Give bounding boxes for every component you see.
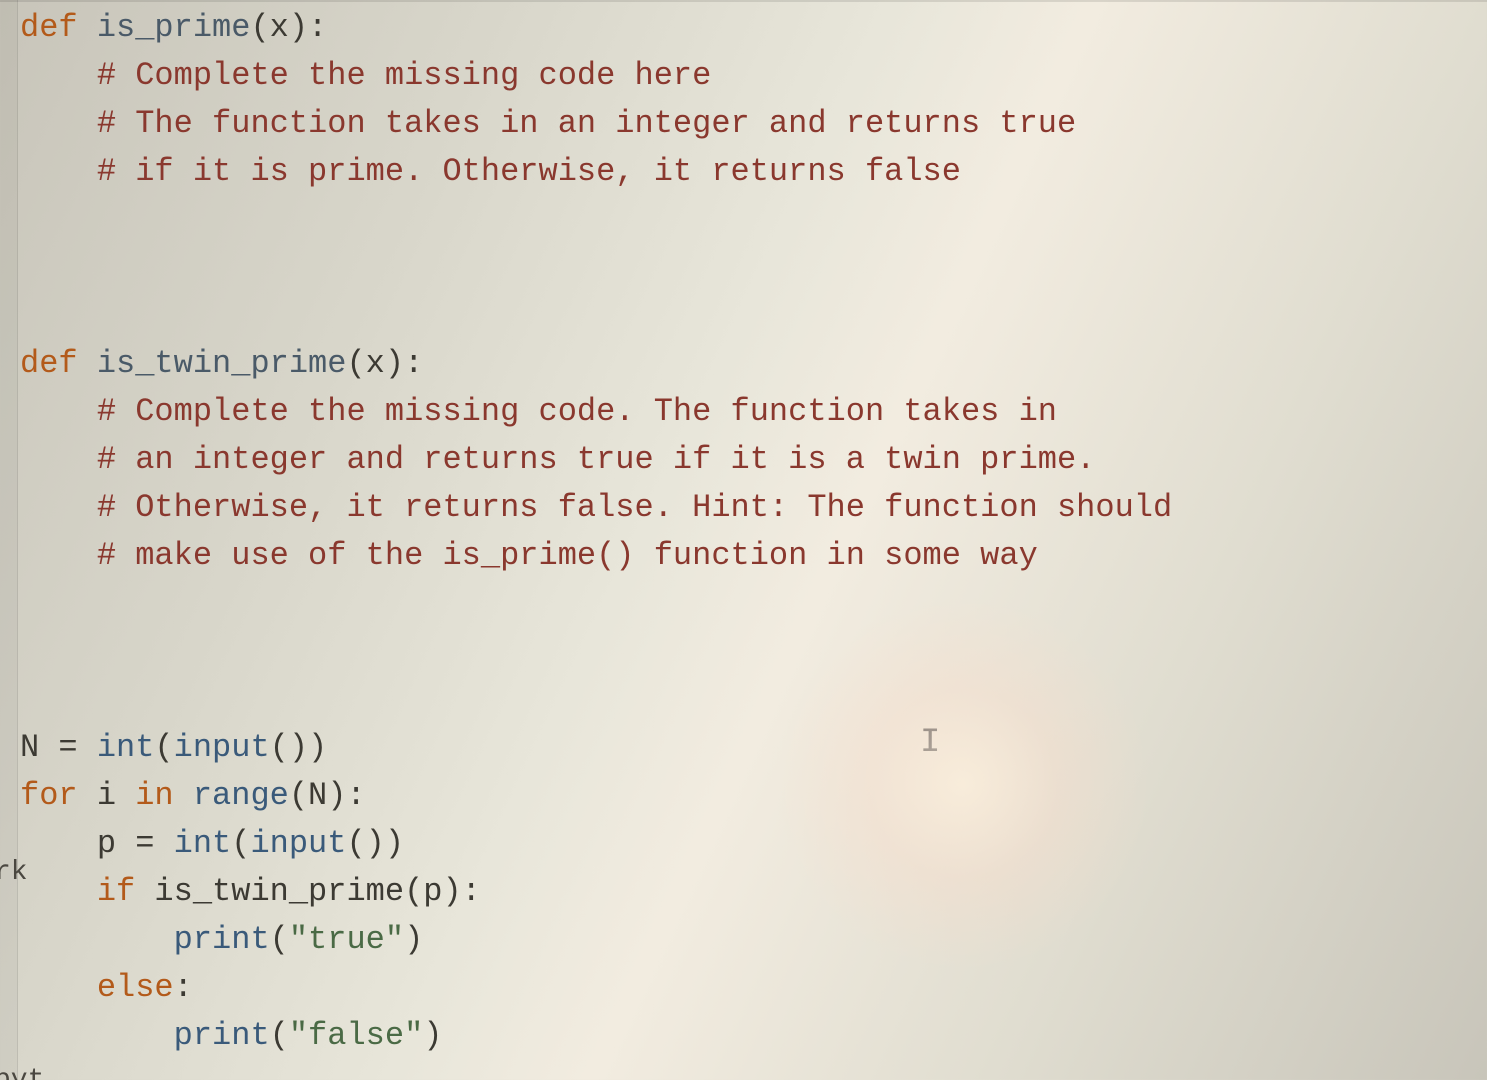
- code-token: # an integer and returns true if it is a…: [97, 441, 1096, 478]
- code-token: ()): [270, 729, 328, 766]
- code-token: # make use of the is_prime() function in…: [97, 537, 1038, 574]
- code-token: [20, 441, 97, 478]
- code-line[interactable]: # Otherwise, it returns false. Hint: The…: [20, 484, 1479, 532]
- code-line[interactable]: for i in range(N):: [20, 772, 1479, 820]
- code-token: p =: [20, 825, 174, 862]
- code-line[interactable]: p = int(input()): [20, 820, 1479, 868]
- code-line[interactable]: def is_prime(x):: [20, 4, 1479, 52]
- code-line[interactable]: [20, 628, 1479, 676]
- code-token: [20, 921, 174, 958]
- code-line[interactable]: # The function takes in an integer and r…: [20, 100, 1479, 148]
- code-editor[interactable]: def is_prime(x): # Complete the missing …: [20, 4, 1479, 1080]
- code-token: input: [174, 729, 270, 766]
- code-token: (: [270, 921, 289, 958]
- window-top-edge: [0, 0, 1487, 2]
- code-token: # Complete the missing code. The functio…: [97, 393, 1057, 430]
- code-token: if: [97, 873, 155, 910]
- code-token: print: [174, 921, 270, 958]
- code-token: range: [193, 777, 289, 814]
- code-line[interactable]: [20, 676, 1479, 724]
- text-cursor-icon: I: [920, 718, 940, 769]
- code-token: i: [97, 777, 135, 814]
- code-token: # if it is prime. Otherwise, it returns …: [97, 153, 961, 190]
- code-line[interactable]: # make use of the is_prime() function in…: [20, 532, 1479, 580]
- code-token: [20, 489, 97, 526]
- code-token: for: [20, 777, 97, 814]
- code-line[interactable]: # an integer and returns true if it is a…: [20, 436, 1479, 484]
- code-token: # Otherwise, it returns false. Hint: The…: [97, 489, 1172, 526]
- code-token: else: [97, 969, 174, 1006]
- code-line[interactable]: # if it is prime. Otherwise, it returns …: [20, 148, 1479, 196]
- code-token: "false": [289, 1017, 423, 1054]
- code-line[interactable]: # Complete the missing code. The functio…: [20, 388, 1479, 436]
- code-line[interactable]: print("true"): [20, 916, 1479, 964]
- code-token: (x):: [346, 345, 423, 382]
- code-token: N =: [20, 729, 97, 766]
- code-token: ()): [346, 825, 404, 862]
- code-token: [20, 1017, 174, 1054]
- code-line[interactable]: [20, 196, 1479, 244]
- code-token: [20, 105, 97, 142]
- code-token: def: [20, 9, 97, 46]
- code-token: (x):: [250, 9, 327, 46]
- code-token: def: [20, 345, 97, 382]
- code-line[interactable]: [20, 244, 1479, 292]
- code-line[interactable]: [20, 292, 1479, 340]
- code-token: is_twin_prime: [97, 345, 347, 382]
- code-token: ): [423, 1017, 442, 1054]
- code-token: print: [174, 1017, 270, 1054]
- code-token: [20, 969, 97, 1006]
- code-token: # The function takes in an integer and r…: [97, 105, 1076, 142]
- code-line[interactable]: def is_twin_prime(x):: [20, 340, 1479, 388]
- code-token: [20, 393, 97, 430]
- code-token: is_twin_prime(p):: [154, 873, 480, 910]
- code-line[interactable]: [20, 580, 1479, 628]
- code-line[interactable]: print("false"): [20, 1012, 1479, 1060]
- code-line[interactable]: if is_twin_prime(p):: [20, 868, 1479, 916]
- code-token: (N):: [289, 777, 366, 814]
- code-token: is_prime: [97, 9, 251, 46]
- code-token: # Complete the missing code here: [97, 57, 712, 94]
- code-token: ): [404, 921, 423, 958]
- code-token: int: [97, 729, 155, 766]
- code-token: "true": [289, 921, 404, 958]
- code-token: (: [231, 825, 250, 862]
- code-line[interactable]: else:: [20, 964, 1479, 1012]
- code-token: [20, 153, 97, 190]
- code-token: (: [154, 729, 173, 766]
- code-token: [20, 873, 97, 910]
- code-token: int: [174, 825, 232, 862]
- code-token: input: [250, 825, 346, 862]
- code-token: (: [270, 1017, 289, 1054]
- code-token: in: [135, 777, 193, 814]
- code-line[interactable]: # Complete the missing code here: [20, 52, 1479, 100]
- code-token: [20, 57, 97, 94]
- code-token: [20, 537, 97, 574]
- code-token: :: [174, 969, 193, 1006]
- code-line[interactable]: N = int(input()): [20, 724, 1479, 772]
